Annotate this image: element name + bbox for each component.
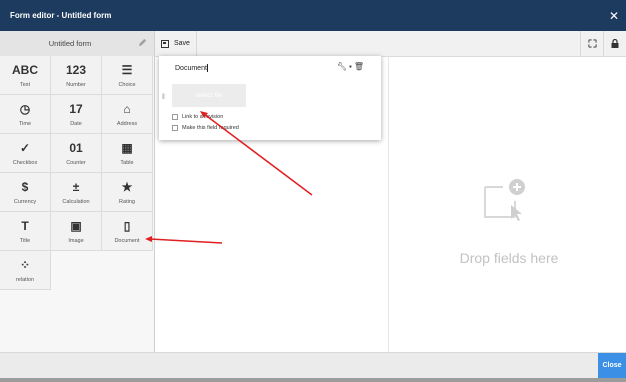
- address-icon: ⌂: [123, 102, 131, 116]
- palette-item-label: Number: [66, 82, 86, 88]
- required-option[interactable]: Make this field required: [172, 125, 239, 131]
- lock-icon[interactable]: [603, 31, 626, 56]
- palette-item-label: Document: [114, 238, 140, 244]
- rating-icon: ★: [121, 180, 133, 194]
- palette-item-label: Image: [68, 238, 84, 244]
- choice-icon: ☰: [121, 63, 133, 77]
- palette-item-currency[interactable]: $ Currency: [0, 173, 51, 212]
- palette-item-document[interactable]: ▯ Document: [102, 212, 153, 251]
- document-icon: ▯: [123, 219, 131, 233]
- save-icon: [161, 39, 169, 48]
- palette-item-label: Checkbox: [12, 160, 38, 166]
- editor-toolbar: Save: [155, 31, 626, 57]
- field-name-input[interactable]: Document: [175, 64, 208, 72]
- palette-item-rating[interactable]: ★ Rating: [102, 173, 153, 212]
- save-button[interactable]: Save: [155, 31, 197, 56]
- calculation-icon: ±: [72, 180, 80, 194]
- relation-icon: ⁘: [19, 258, 31, 272]
- palette-item-counter[interactable]: 01 Counter: [51, 134, 102, 173]
- wrench-icon[interactable]: 🔧︎: [337, 62, 349, 71]
- palette-item-label: Choice: [118, 82, 136, 88]
- text-icon: ABC: [12, 63, 38, 77]
- palette-item-image[interactable]: ▣ Image: [51, 212, 102, 251]
- palette-item-label: Date: [70, 121, 82, 127]
- required-label: Make this field required: [182, 125, 239, 131]
- counter-icon: 01: [69, 141, 83, 155]
- currency-icon: $: [21, 180, 29, 194]
- required-checkbox[interactable]: [172, 125, 178, 131]
- palette-item-label: Time: [18, 121, 32, 127]
- window-titlebar: Form editor - Untitled form ✕: [0, 0, 626, 31]
- palette-item-title[interactable]: T Title: [0, 212, 51, 251]
- drag-handle[interactable]: ‖: [162, 94, 165, 101]
- link-revision-checkbox[interactable]: [172, 114, 178, 120]
- palette-item-text[interactable]: ABC Text: [0, 56, 51, 95]
- add-field-icon: [484, 179, 525, 221]
- palette-item-label: Text: [19, 82, 31, 88]
- palette-item-time[interactable]: ◷ Time: [0, 95, 51, 134]
- number-icon: 123: [65, 63, 87, 77]
- date-icon: 17: [69, 102, 83, 116]
- field-settings-popup: ‖ Document 🔧︎▪🗑︎ select file Link to a r…: [159, 56, 381, 140]
- bottom-strip: [0, 378, 626, 382]
- field-palette: ABC Text 123 Number ☰ Choice ◷ Time 17 Date ⌂ Addre…: [0, 56, 155, 352]
- drop-zone[interactable]: Drop fields here: [389, 57, 626, 352]
- palette-item-address[interactable]: ⌂ Address: [102, 95, 153, 134]
- close-button[interactable]: Close: [598, 353, 626, 378]
- form-name[interactable]: Untitled form: [0, 39, 130, 48]
- palette-item-label: Rating: [119, 199, 135, 205]
- palette-item-label: Currency: [13, 199, 37, 205]
- pencil-icon[interactable]: [130, 38, 154, 49]
- save-label: Save: [174, 40, 190, 47]
- palette-item-choice[interactable]: ☰ Choice: [102, 56, 153, 95]
- palette-item-label: Address: [116, 121, 138, 127]
- palette-item-date[interactable]: 17 Date: [51, 95, 102, 134]
- field-tools: 🔧︎▪🗑︎: [337, 62, 366, 71]
- palette-item-label: Counter: [66, 160, 86, 166]
- palette-item-label: Calculation: [62, 199, 90, 205]
- form-name-header: Untitled form: [0, 31, 155, 56]
- checkbox-icon: ✓: [19, 141, 31, 155]
- select-file-button[interactable]: select file: [172, 84, 246, 107]
- link-revision-label: Link to a revision: [182, 114, 224, 120]
- time-icon: ◷: [19, 102, 31, 116]
- table-icon: ▦: [121, 141, 133, 155]
- palette-item-relation[interactable]: ⁘ relation: [0, 251, 51, 290]
- palette-item-label: Table: [120, 160, 134, 166]
- drop-hint: Drop fields here: [459, 250, 559, 266]
- palette-item-label: Title: [19, 238, 31, 244]
- footer-bar: Close: [0, 352, 626, 382]
- close-icon[interactable]: ✕: [602, 9, 626, 23]
- palette-item-label: relation: [15, 277, 35, 283]
- link-revision-option[interactable]: Link to a revision: [172, 114, 223, 120]
- palette-item-number[interactable]: 123 Number: [51, 56, 102, 95]
- field-name-text: Document: [175, 64, 207, 72]
- palette-item-checkbox[interactable]: ✓ Checkbox: [0, 134, 51, 173]
- title-icon: T: [21, 219, 29, 233]
- palette-item-table[interactable]: ▦ Table: [102, 134, 153, 173]
- trash-icon[interactable]: 🗑︎: [354, 62, 366, 71]
- image-icon: ▣: [70, 219, 82, 233]
- expand-icon[interactable]: [580, 31, 603, 56]
- window-title: Form editor - Untitled form: [10, 11, 112, 20]
- palette-item-calculation[interactable]: ± Calculation: [51, 173, 102, 212]
